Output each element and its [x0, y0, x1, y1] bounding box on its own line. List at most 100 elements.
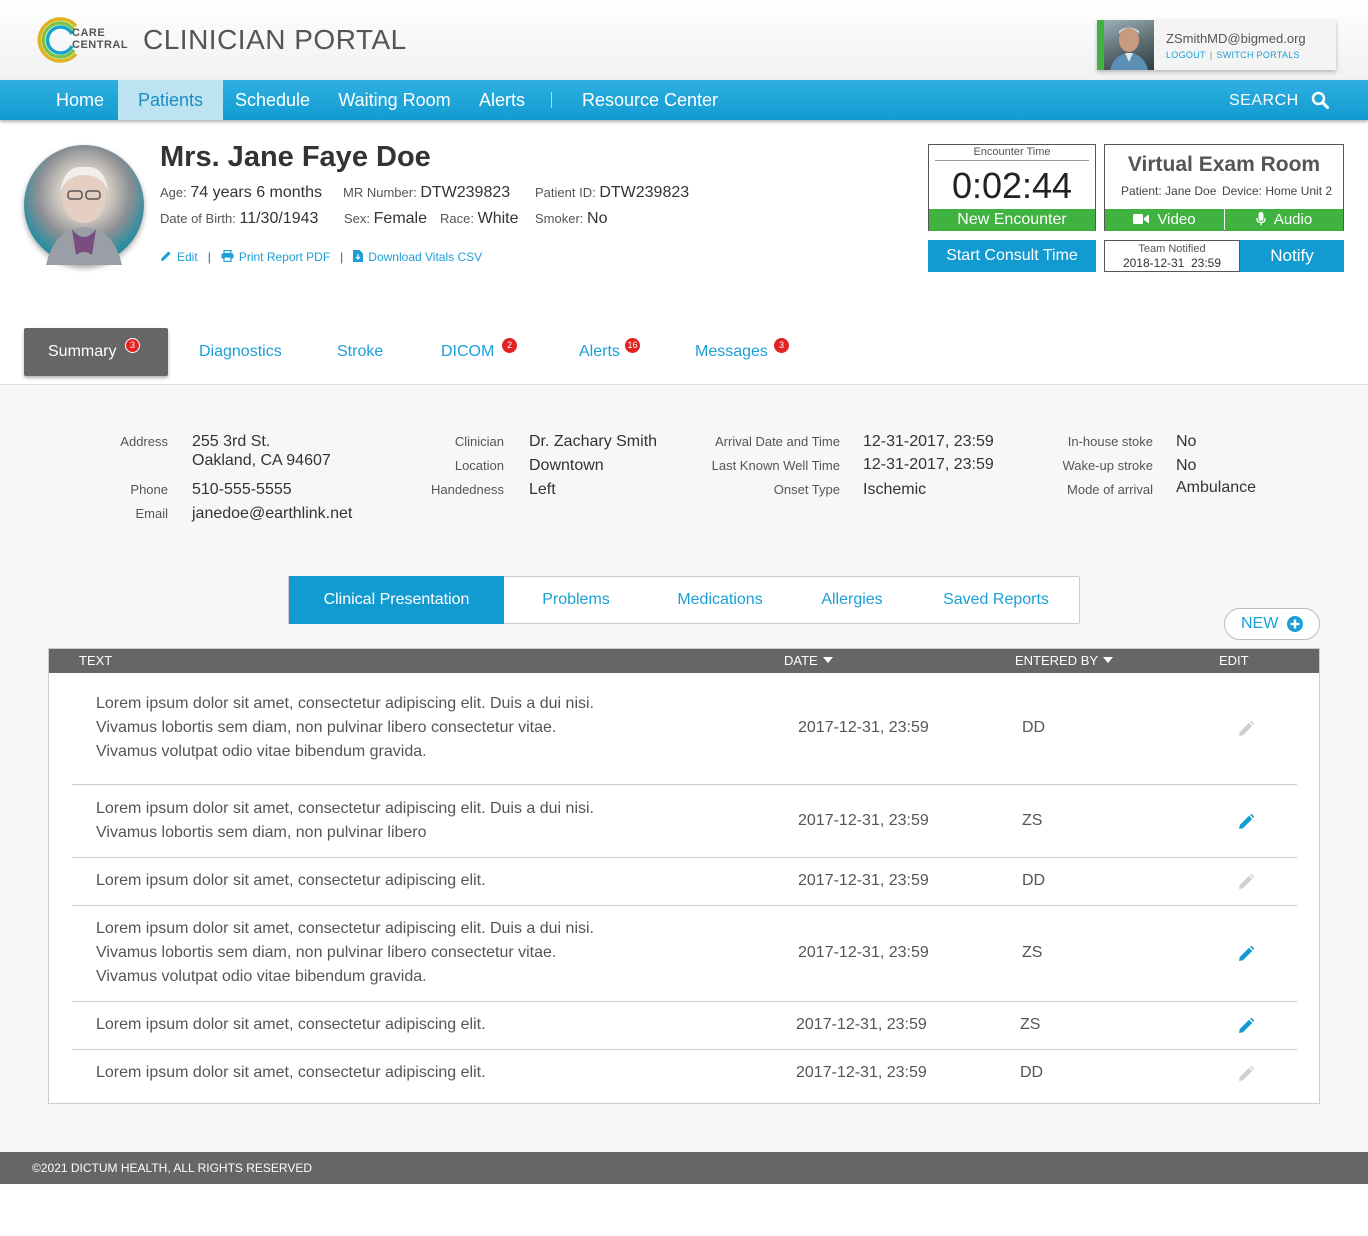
tab-summary[interactable]: Summary 3 [24, 328, 168, 376]
pencil-icon[interactable] [1238, 814, 1254, 830]
new-encounter-button[interactable]: New Encounter [929, 209, 1095, 231]
tab-alerts-badge: 16 [625, 338, 640, 353]
tab-stroke-label: Stroke [337, 343, 384, 360]
subtab-problems[interactable]: Problems [504, 577, 648, 623]
row-text: Lorem ipsum dolor sit amet, consectetur … [96, 797, 594, 845]
clinician-value: Dr. Zachary Smith [529, 433, 658, 450]
switch-portals-link[interactable]: SWITCH PORTALS [1216, 50, 1299, 60]
sort-caret-icon [1103, 657, 1114, 663]
nav-patients[interactable]: Patients [118, 80, 223, 120]
location-value: Downtown [529, 457, 604, 474]
main-nav: Home Patients Schedule Waiting Room Aler… [0, 80, 1368, 120]
top-header: CARE CENTRAL CLINICIAN PORTAL ZSmithMD@b… [0, 0, 1368, 80]
nav-schedule[interactable]: Schedule [224, 80, 321, 120]
search-label[interactable]: SEARCH [1229, 80, 1299, 120]
logo-text: CARE CENTRAL [72, 27, 128, 51]
start-consult-time-button[interactable]: Start Consult Time [928, 240, 1096, 272]
pencil-icon [161, 251, 171, 261]
wakeup-stroke-value: No [1176, 457, 1197, 474]
tab-stroke[interactable]: Stroke [337, 328, 383, 376]
pencil-icon [1239, 721, 1254, 736]
column-edit: EDIT [1219, 653, 1249, 668]
print-report-link[interactable]: Print Report PDF [221, 250, 330, 264]
tab-dicom[interactable]: DICOM 2 [441, 328, 521, 376]
pencil-icon[interactable] [1238, 946, 1254, 962]
row-text-line: Lorem ipsum dolor sit amet, consectetur … [96, 872, 486, 889]
inhouse-stroke-value: No [1176, 433, 1197, 450]
plus-circle-icon [1287, 616, 1303, 632]
tab-diagnostics[interactable]: Diagnostics [199, 328, 282, 376]
nav-waiting-room[interactable]: Waiting Room [329, 80, 460, 120]
summary-subtabs: Clinical Presentation Problems Medicatio… [288, 576, 1080, 624]
column-entered-by[interactable]: ENTERED BY [1015, 649, 1114, 673]
new-entry-button[interactable]: NEW [1224, 608, 1320, 640]
tab-diagnostics-label: Diagnostics [199, 343, 282, 360]
download-vitals-link[interactable]: Download Vitals CSV [353, 250, 482, 264]
dob-value: 11/30/1943 [239, 210, 319, 227]
row-text-line: Vivamus volutpat odio vitae bibendum gra… [96, 968, 427, 985]
column-date-label: DATE [784, 653, 818, 668]
patient-race: Race: White [440, 210, 519, 228]
last-known-well-label: Last Known Well Time [711, 458, 840, 473]
address-label: Address [120, 434, 168, 449]
notify-button[interactable]: Notify [1240, 240, 1344, 272]
column-text: TEXT [79, 653, 113, 668]
table-row: Lorem ipsum dolor sit amet, consectetur … [72, 673, 1297, 785]
user-avatar[interactable] [1104, 20, 1154, 70]
race-label: Race: [440, 211, 474, 226]
encounter-label: Encounter Time [973, 146, 1051, 158]
sort-caret-icon [822, 657, 833, 663]
logout-link[interactable]: LOGOUT [1166, 50, 1206, 60]
patient-dob: Date of Birth: 11/30/1943 [160, 210, 318, 228]
row-text-line: Vivamus lobortis sem diam, non pulvinar … [96, 824, 427, 841]
arrival-value: 12-31-2017, 23:59 [863, 433, 994, 450]
tab-summary-label: Summary [48, 343, 117, 360]
team-notified-label: Team Notified [1138, 243, 1206, 255]
mrn-label: MR Number: [343, 185, 417, 200]
action-separator: | [207, 250, 211, 264]
encounter-time: 0:02:44 [951, 165, 1073, 206]
row-entered-by: ZS [1020, 1016, 1041, 1033]
video-button[interactable]: Video [1105, 209, 1224, 231]
search-icon[interactable] [1311, 91, 1329, 109]
tab-messages[interactable]: Messages 3 [695, 328, 795, 376]
edit-link[interactable]: Edit [160, 250, 198, 264]
virtual-exam-device: Device: Home Unit 2 [1222, 184, 1333, 198]
nav-alerts[interactable]: Alerts [468, 80, 536, 120]
encounter-divider [935, 160, 1089, 161]
row-text-line: Lorem ipsum dolor sit amet, consectetur … [96, 920, 594, 937]
phone-value: 510-555-5555 [192, 481, 292, 498]
team-notified: Team Notified 2018-12-31 23:59 [1104, 240, 1240, 272]
patient-name: Mrs. Jane Faye Doe [160, 141, 431, 173]
arrival-label: Arrival Date and Time [715, 434, 840, 449]
subtab-saved-reports[interactable]: Saved Reports [927, 577, 1065, 623]
nav-separator [551, 92, 552, 108]
sex-label: Sex: [344, 211, 371, 226]
clinician-label: Clinician [454, 434, 504, 449]
page: CARE CENTRAL CLINICIAN PORTAL ZSmithMD@b… [0, 0, 1368, 1236]
user-photo-icon [1110, 27, 1148, 70]
tab-alerts[interactable]: Alerts 16 [579, 328, 645, 376]
audio-button[interactable]: Audio [1225, 209, 1343, 231]
pencil-icon[interactable] [1238, 1018, 1254, 1034]
subtab-clinical-presentation[interactable]: Clinical Presentation [289, 576, 504, 624]
virtual-exam-title: Virtual Exam Room [1127, 153, 1321, 176]
pid-value: DTW239823 [599, 184, 690, 201]
column-entered-by-label: ENTERED BY [1015, 653, 1099, 668]
row-text: Lorem ipsum dolor sit amet, consectetur … [96, 1013, 486, 1037]
subtab-allergies[interactable]: Allergies [804, 577, 900, 623]
mrn-value: DTW239823 [420, 184, 511, 201]
patient-smoker: Smoker: No [535, 210, 607, 228]
patient-age: Age: 74 years 6 months [160, 184, 322, 202]
column-date[interactable]: DATE [784, 649, 833, 673]
mode-of-arrival-label: Mode of arrival [1067, 482, 1153, 497]
mode-of-arrival-value: Ambulance [1176, 479, 1257, 496]
table-row: Lorem ipsum dolor sit amet, consectetur … [72, 785, 1297, 858]
nav-home[interactable]: Home [40, 80, 120, 120]
subtab-medications[interactable]: Medications [656, 577, 784, 623]
smoker-label: Smoker: [535, 211, 584, 226]
tab-messages-badge: 3 [774, 338, 789, 353]
patient-tabs: Summary 3 Diagnostics Stroke DICOM 2 Ale… [0, 325, 1368, 385]
nav-resource-center[interactable]: Resource Center [572, 80, 728, 120]
row-text-line: Lorem ipsum dolor sit amet, consectetur … [96, 1016, 486, 1033]
